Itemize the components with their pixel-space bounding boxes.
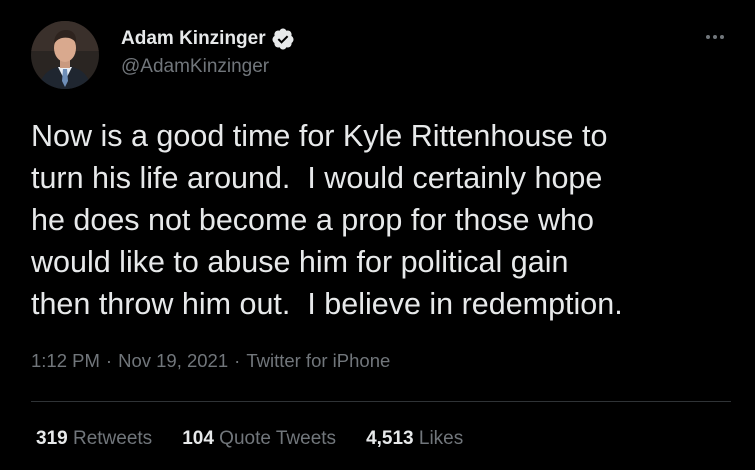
quote-tweets-label: Quote Tweets: [219, 428, 337, 449]
avatar[interactable]: [31, 21, 99, 89]
author-name-row: Adam Kinzinger: [121, 27, 295, 51]
tweet-meta: 1:12 PM · Nov 19, 2021 · Twitter for iPh…: [31, 350, 390, 372]
tweet-date[interactable]: Nov 19, 2021: [118, 350, 228, 372]
verified-badge-icon: [271, 27, 295, 51]
tweet-source[interactable]: Twitter for iPhone: [246, 350, 390, 372]
quote-tweets-stat[interactable]: 104 Quote Tweets: [182, 428, 336, 450]
engagement-stats: 319 Retweets 104 Quote Tweets 4,513 Like…: [36, 428, 463, 450]
likes-stat[interactable]: 4,513 Likes: [366, 428, 463, 450]
tweet-text: Now is a good time for Kyle Rittenhouse …: [31, 119, 623, 321]
more-options-icon[interactable]: [700, 27, 730, 47]
tweet-card: Adam Kinzinger @AdamKinzinger Now is a g…: [0, 0, 755, 470]
divider: [31, 401, 731, 402]
likes-label: Likes: [418, 428, 464, 449]
profile-photo-icon: [31, 21, 99, 89]
author-display-name[interactable]: Adam Kinzinger: [121, 28, 266, 50]
meta-separator: ·: [105, 350, 113, 371]
quote-tweets-count: 104: [182, 428, 214, 449]
likes-count: 4,513: [366, 428, 414, 449]
author-handle[interactable]: @AdamKinzinger: [121, 56, 269, 78]
retweets-label: Retweets: [72, 428, 153, 449]
retweets-stat[interactable]: 319 Retweets: [36, 428, 152, 450]
tweet-time[interactable]: 1:12 PM: [31, 350, 100, 372]
retweets-count: 319: [36, 428, 68, 449]
meta-separator: ·: [234, 350, 241, 371]
